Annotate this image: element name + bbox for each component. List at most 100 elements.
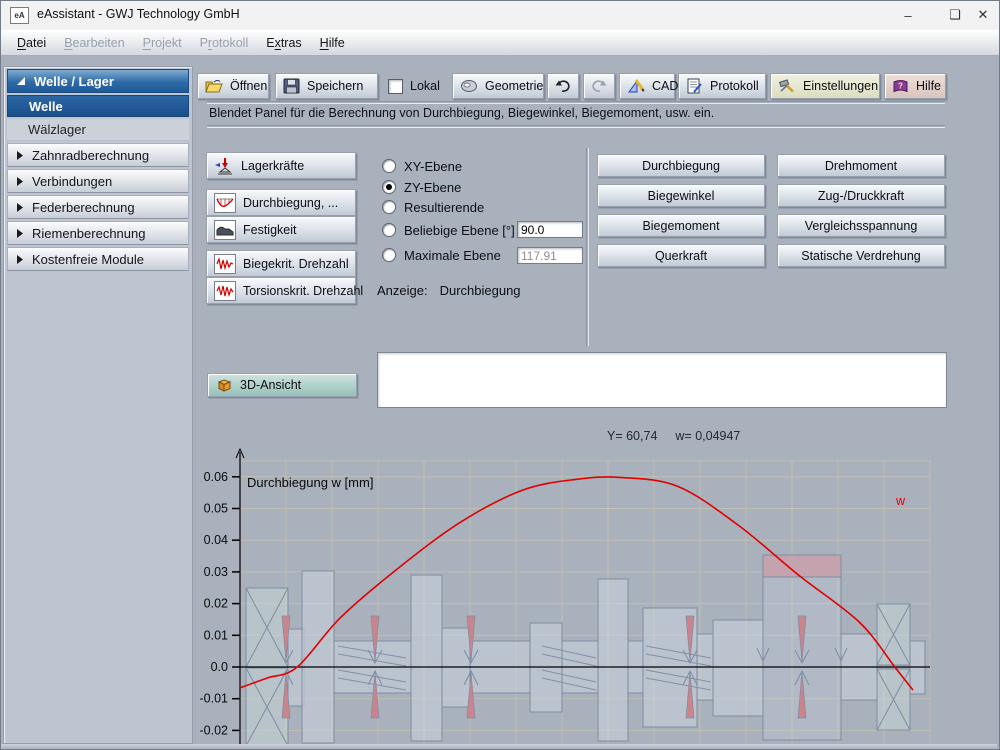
result-button-vergleichsspannung[interactable]: Vergleichsspannung: [777, 214, 945, 237]
result-button-label: Zug-/Druckkraft: [818, 189, 904, 203]
menu-item-protokoll: Protokoll: [191, 36, 258, 50]
sidebar-item-federberechnung[interactable]: Federberechnung: [7, 195, 189, 219]
torsionskrit-drehzahl-button[interactable]: Torsionskrit. Drehzahl: [206, 277, 356, 304]
sidebar-item-w-lzlager[interactable]: Wälzlager: [7, 119, 189, 141]
lagerkraefte-button-label: Lagerkräfte: [241, 159, 304, 173]
undo-button[interactable]: [547, 73, 579, 99]
sidebar-item-welle[interactable]: Welle: [7, 95, 189, 117]
geometry-button[interactable]: Geometrie: [452, 73, 544, 99]
result-button-label: Durchbiegung: [642, 159, 720, 173]
svg-text:w: w: [895, 494, 906, 508]
open-button[interactable]: Öffnen: [197, 73, 269, 99]
biegekrit-button-label: Biegekrit. Drehzahl: [243, 257, 349, 271]
lokal-checkbox[interactable]: [388, 79, 403, 94]
lokal-checkbox-group: Lokal: [388, 73, 440, 99]
lagerkraefte-button[interactable]: Lagerkräfte: [206, 152, 356, 179]
radio-unselected[interactable]: [382, 223, 396, 237]
svg-text:?: ?: [898, 81, 903, 90]
result-button-querkraft[interactable]: Querkraft: [597, 244, 765, 267]
sidebar-item-zahnradberechnung[interactable]: Zahnradberechnung: [7, 143, 189, 167]
info-status-text: Blendet Panel für die Berechnung von Dur…: [209, 106, 714, 120]
result-button-biegemoment[interactable]: Biegemoment: [597, 214, 765, 237]
geometry-button-label: Geometrie: [485, 79, 543, 93]
menu-item-datei[interactable]: Datei: [8, 36, 55, 50]
radio-label: ZY-Ebene: [404, 180, 461, 195]
save-floppy-icon: [283, 78, 300, 94]
sidebar-item-label: Verbindungen: [32, 174, 112, 189]
protocol-button[interactable]: Protokoll: [678, 73, 766, 99]
settings-button-label: Einstellungen: [803, 79, 878, 93]
collapsed-triangle-icon: [16, 176, 24, 187]
redo-button[interactable]: [583, 73, 615, 99]
result-button-label: Biegewinkel: [648, 189, 715, 203]
anzeige-value: Durchbiegung: [440, 283, 521, 298]
radio-row-maximale-ebene: Maximale Ebene: [382, 247, 501, 263]
sidebar-item-riemenberechnung[interactable]: Riemenberechnung: [7, 221, 189, 245]
geometry-icon: [460, 78, 478, 94]
redo-icon: [590, 79, 608, 93]
collapsed-triangle-icon: [16, 202, 24, 213]
settings-tools-icon: [778, 78, 796, 94]
undo-icon: [554, 79, 572, 93]
beliebige-ebene-input[interactable]: [517, 221, 583, 238]
close-button[interactable]: ✕: [968, 6, 998, 24]
view-3d-button-label: 3D-Ansicht: [240, 378, 301, 392]
radio-unselected[interactable]: [382, 248, 396, 262]
biegekrit-drehzahl-button[interactable]: Biegekrit. Drehzahl: [206, 250, 356, 277]
sidebar-navigation: Welle / Lager Welle Wälzlager Zahnradberech…: [3, 66, 193, 744]
minimize-button[interactable]: –: [893, 6, 923, 24]
sidebar-item-verbindungen[interactable]: Verbindungen: [7, 169, 189, 193]
radio-unselected[interactable]: [382, 200, 396, 214]
settings-button[interactable]: Einstellungen: [770, 73, 880, 99]
result-button-zug-druckkraft[interactable]: Zug-/Druckkraft: [777, 184, 945, 207]
help-button-label: Hilfe: [916, 79, 941, 93]
maximize-button[interactable]: ❑: [940, 6, 970, 24]
svg-text:0.0: 0.0: [211, 660, 228, 674]
menu-item-bearbeiten: Bearbeiten: [55, 36, 133, 50]
anzeige-row: Anzeige: Durchbiegung: [377, 283, 521, 298]
menu-item-hilfe[interactable]: Hilfe: [311, 36, 354, 50]
cad-button[interactable]: CAD: [619, 73, 675, 99]
radio-label: XY-Ebene: [404, 159, 462, 174]
sidebar-item-label: Zahnradberechnung: [32, 148, 149, 163]
help-button[interactable]: ? Hilfe: [884, 73, 946, 99]
cube-3d-icon: [215, 378, 233, 393]
radio-selected[interactable]: [382, 180, 396, 194]
save-button-label: Speichern: [307, 79, 363, 93]
shaft-geometry-drawing: [246, 555, 925, 746]
menu-item-extras[interactable]: Extras: [257, 36, 310, 50]
sidebar-item-label: Wälzlager: [28, 122, 86, 137]
sidebar-item-welle-lager[interactable]: Welle / Lager: [7, 69, 189, 93]
save-button[interactable]: Speichern: [275, 73, 378, 99]
festigkeit-button[interactable]: Festigkeit: [206, 216, 356, 243]
protocol-button-label: Protokoll: [710, 79, 759, 93]
durchbiegung-button[interactable]: Durchbiegung, ...: [206, 189, 356, 216]
sidebar-item-label: Welle: [29, 99, 63, 114]
result-button-label: Statische Verdrehung: [801, 249, 921, 263]
deflection-chart: 0.060.050.040.030.020.010.0-0.01-0.02 Du…: [200, 444, 945, 746]
radio-label: Maximale Ebene: [404, 248, 501, 263]
open-button-label: Öffnen: [230, 79, 267, 93]
cad-icon: [627, 78, 645, 94]
view-3d-button[interactable]: 3D-Ansicht: [207, 373, 357, 397]
radio-unselected[interactable]: [382, 159, 396, 173]
result-button-statische-verdrehung[interactable]: Statische Verdrehung: [777, 244, 945, 267]
radio-label: Resultierende: [404, 200, 484, 215]
result-button-label: Vergleichsspannung: [805, 219, 918, 233]
radio-row-xy-ebene: XY-Ebene: [382, 158, 462, 174]
result-button-durchbiegung[interactable]: Durchbiegung: [597, 154, 765, 177]
result-button-biegewinkel[interactable]: Biegewinkel: [597, 184, 765, 207]
svg-text:-0.02: -0.02: [200, 723, 228, 737]
svg-text:0.05: 0.05: [204, 502, 228, 516]
svg-text:0.03: 0.03: [204, 565, 228, 579]
svg-text:0.01: 0.01: [204, 628, 228, 642]
menu-bar: DateiBearbeitenProjektProtokollExtrasHil…: [0, 30, 1000, 56]
sidebar-item-kostenfreie-module[interactable]: Kostenfreie Module: [7, 247, 189, 271]
svg-text:0.02: 0.02: [204, 597, 228, 611]
result-button-label: Querkraft: [655, 249, 707, 263]
bending-speed-wave-icon: [214, 254, 236, 274]
open-folder-icon: [205, 79, 223, 94]
cursor-deflection-value: w= 0,04947: [675, 429, 740, 443]
result-button-drehmoment[interactable]: Drehmoment: [777, 154, 945, 177]
anzeige-label: Anzeige:: [377, 283, 428, 298]
